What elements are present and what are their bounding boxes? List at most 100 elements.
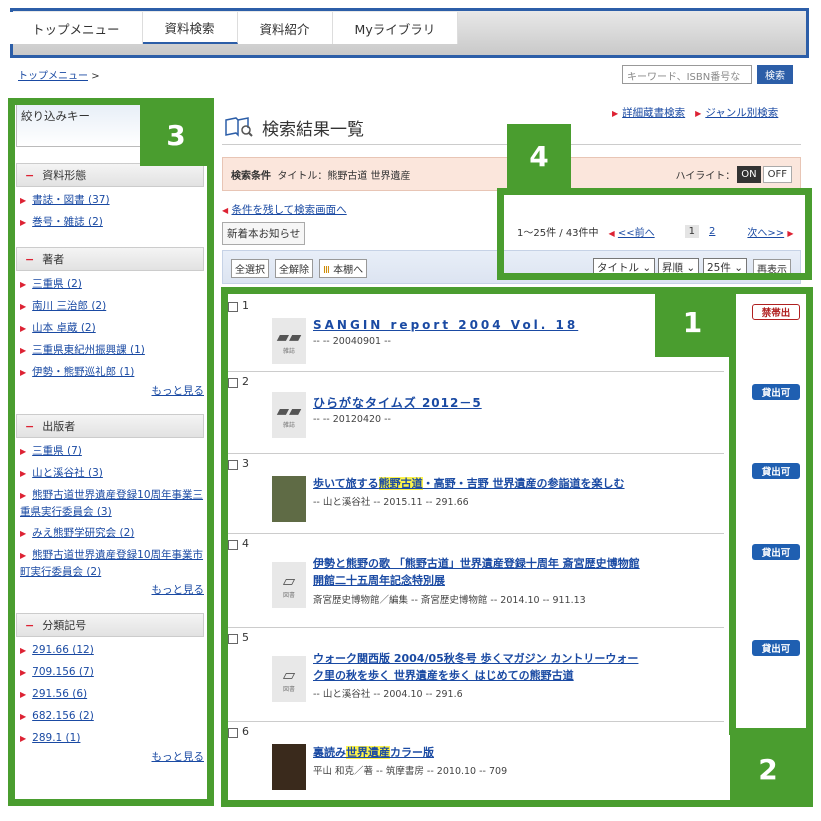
highlight-on-button[interactable]: ON [737,165,761,183]
arrow-icon: ▶ [20,447,27,456]
facet-link[interactable]: 熊野古道世界遺産登録10周年事業三重県実行委員会 (3) [20,489,203,518]
result-checkbox[interactable] [228,302,238,312]
facet-item[interactable]: ▶ 三重県 (7) [20,443,204,460]
facet-item[interactable]: ▶ 三重県東紀州振興課 (1) [20,342,204,359]
arrow-icon: ▶ [20,196,27,205]
prev-page-link[interactable]: <<前へ [618,228,655,239]
facet-item[interactable]: ▶ 291.66 (12) [20,642,204,659]
facet-link[interactable]: 熊野古道世界遺産登録10周年事業市町実行委員会 (2) [20,549,203,578]
select-all-button[interactable]: 全選択 [231,259,269,278]
result-title[interactable]: SANGIN report 2004 Vol. 18 [313,317,578,334]
facet-item[interactable]: ▶ 682.156 (2) [20,708,204,725]
condition-text: タイトル：熊野古道 世界遺産 [277,170,411,182]
new-arrivals-button[interactable]: 新着本お知らせ [222,222,306,245]
facet-link[interactable]: 南川 三治郎 (2) [32,300,106,312]
facet-item[interactable]: ▶ 709.156 (7) [20,664,204,681]
arrow-icon: ▶ [20,668,27,677]
facet-link[interactable]: 291.56 (6) [32,688,87,700]
facet-item[interactable]: ▶ 熊野古道世界遺産登録10周年事業市町実行委員会 (2) [20,547,204,580]
facet-item[interactable]: ▶ 289.1 (1) [20,730,204,747]
facet-link[interactable]: 巻号・雑誌 (2) [32,216,103,228]
result-checkbox[interactable] [228,634,238,644]
bookshelf-icon: Ⅲ [323,265,330,276]
result-meta: 平山 和克／著 -- 筑摩書房 -- 2010.10 -- 709 [313,766,508,777]
facet-item[interactable]: ▶ みえ熊野学研究会 (2) [20,525,204,542]
result-title[interactable]: 裏読み世界遺産カラー版 [313,744,434,761]
arrow-icon: ▶ [20,734,27,743]
facet-link[interactable]: 289.1 (1) [32,732,80,744]
more-link[interactable]: もっと見る [152,584,205,596]
facet-item[interactable]: ▶ 三重県 (2) [20,276,204,293]
result-checkbox[interactable] [228,728,238,738]
facet-link[interactable]: 291.66 (12) [32,644,94,656]
facet-header[interactable]: − 著者 [16,247,204,271]
more-link[interactable]: もっと見る [152,385,205,397]
tab-my-library[interactable]: Myライブラリ [332,12,459,44]
tab-top-menu[interactable]: トップメニュー [10,12,143,44]
facet-link[interactable]: 682.156 (2) [32,710,94,722]
facet-link[interactable]: 三重県東紀州振興課 (1) [32,344,145,356]
book-cover-image [272,476,306,522]
sort-order-value: 昇順 [662,262,683,274]
genre-search-link[interactable]: ジャンル別検索 [705,107,778,119]
facet-link[interactable]: みえ熊野学研究会 (2) [32,527,134,539]
facet-item[interactable]: ▶ 熊野古道世界遺産登録10周年事業三重県実行委員会 (3) [20,487,204,520]
facet-link[interactable]: 三重県 (2) [32,278,82,290]
deselect-all-button[interactable]: 全解除 [275,259,313,278]
per-page-select[interactable]: 25件 ⌄ [703,258,748,277]
result-checkbox[interactable] [228,378,238,388]
facet-link[interactable]: 山と溪谷社 (3) [32,467,103,479]
result-checkbox[interactable] [228,460,238,470]
callout-label-2: 2 [730,735,806,803]
facet-item[interactable]: ▶ 291.56 (6) [20,686,204,703]
facet-link[interactable]: 伊勢・熊野巡礼郎 (1) [32,366,134,378]
tab-introduction[interactable]: 資料紹介 [237,12,333,44]
page-link[interactable]: 2 [709,226,715,237]
facet-link[interactable]: 三重県 (7) [32,445,82,457]
back-link[interactable]: 条件を残して検索画面へ [232,204,347,216]
facet-link[interactable]: 書誌・図書 (37) [32,194,109,206]
facet-item[interactable]: ▶ 伊勢・熊野巡礼郎 (1) [20,364,204,381]
facet-header[interactable]: − 資料形態 [16,163,204,187]
result-title[interactable]: ひらがなタイムズ 2012－5 [313,395,482,412]
result-meta: -- 山と溪谷社 -- 2004.10 -- 291.6 [313,689,463,700]
facet-link[interactable]: 山本 卓蔵 (2) [32,322,96,334]
collapse-icon: − [25,419,35,433]
facet-item[interactable]: ▶ 山本 卓蔵 (2) [20,320,204,337]
result-title[interactable]: 歩いて旅する熊野古道・高野・吉野 世界遺産の参詣道を楽しむ [313,475,625,492]
result-title[interactable]: ウォーク関西版 2004/05秋冬号 歩くマガジン カントリーウォー ク里の秋を歩… [313,650,638,684]
result-row: 2 ▰▰ 雑誌 ひらがなタイムズ 2012－5 -- -- 20120420 -- [228,372,724,454]
arrow-icon: ▶ [695,109,702,118]
sort-field-select[interactable]: タイトル ⌄ [593,258,656,277]
facet-link[interactable]: 709.156 (7) [32,666,94,678]
next-page-link[interactable]: 次へ>> [747,228,784,239]
search-button[interactable]: 検索 [757,65,793,84]
result-toolbar: 全選択 全解除 Ⅲ 本棚へ タイトル ⌄ 昇順 ⌄ 25件 ⌄ 再表示 [222,250,801,284]
facet-header[interactable]: − 分類記号 [16,613,204,637]
breadcrumb: トップメニュー > [18,67,100,82]
facet-header[interactable]: − 出版者 [16,414,204,438]
redisplay-button[interactable]: 再表示 [753,259,791,278]
breadcrumb-top[interactable]: トップメニュー [18,71,88,82]
nav-tabs: トップメニュー 資料検索 資料紹介 Myライブラリ [10,12,459,44]
sort-order-select[interactable]: 昇順 ⌄ [658,258,700,277]
highlight-off-button[interactable]: OFF [762,165,792,183]
facet-item[interactable]: ▶ 山と溪谷社 (3) [20,465,204,482]
arrow-icon: ▶ [20,551,27,560]
result-row: 5 ▱ 図書 ウォーク関西版 2004/05秋冬号 歩くマガジン カントリーウォー… [228,628,724,722]
advanced-search-link[interactable]: 詳細蔵書検索 [622,107,685,119]
facet-item[interactable]: ▶ 南川 三治郎 (2) [20,298,204,315]
result-checkbox[interactable] [228,540,238,550]
result-title[interactable]: 伊勢と熊野の歌 「熊野古道」世界遺産登録十周年 斎宮歴史博物館 開館二十五周年記念… [313,555,640,589]
facet-item[interactable]: ▶ 巻号・雑誌 (2) [20,214,204,231]
add-to-shelf-button[interactable]: Ⅲ 本棚へ [319,259,368,278]
keyword-search-input[interactable]: キーワード、ISBN番号な [622,65,752,84]
facet-item[interactable]: ▶ 書誌・図書 (37) [20,192,204,209]
more-link[interactable]: もっと見る [152,751,205,763]
result-range: 1〜25件 / 43件中 [517,228,599,239]
result-number: 6 [242,725,249,738]
status-badge: 禁帯出 [752,304,800,320]
facet-author: − 著者 ▶ 三重県 (2) ▶ 南川 三治郎 (2) ▶ 山本 卓蔵 (2) ▶ 三重県… [16,247,204,398]
page-title-text: 検索結果一覧 [262,119,364,140]
tab-search[interactable]: 資料検索 [142,12,238,44]
